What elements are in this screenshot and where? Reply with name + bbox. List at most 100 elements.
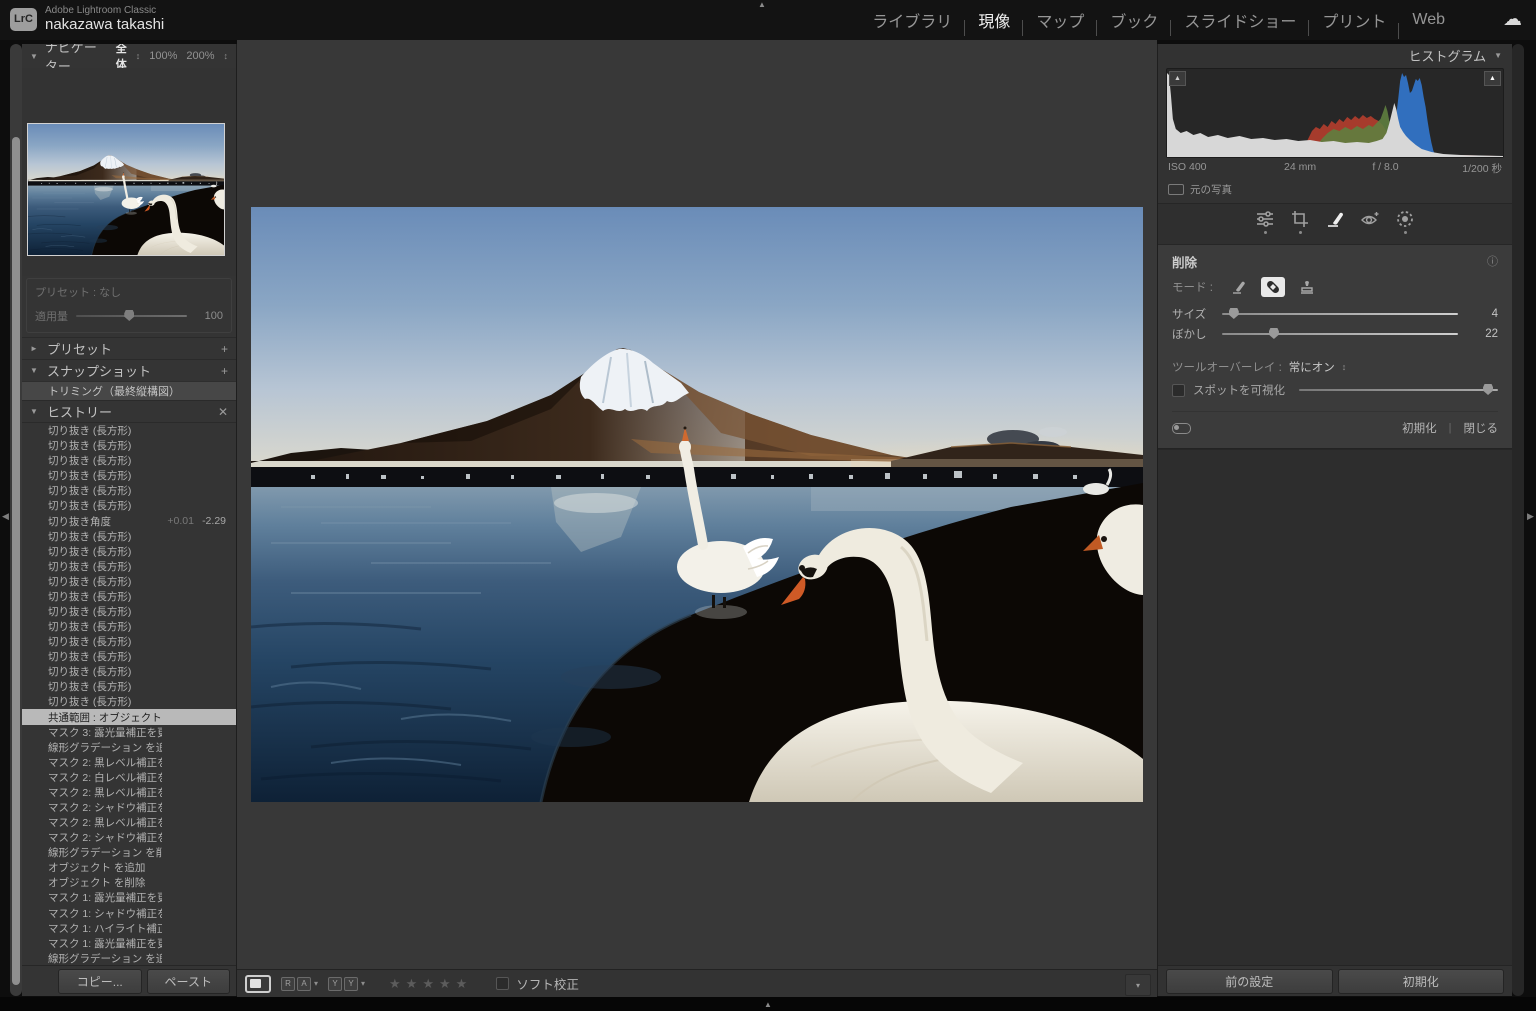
left-panel-scrollbar-thumb[interactable] — [12, 137, 20, 985]
shadow-clipping-indicator[interactable]: ▲ — [1169, 71, 1186, 86]
loupe-view-button[interactable] — [245, 975, 271, 993]
mode-clone-button[interactable] — [1295, 277, 1319, 297]
disclosure-triangle-icon[interactable]: ▼ — [1494, 51, 1502, 60]
right-panel-scrollbar[interactable] — [1512, 44, 1524, 996]
history-step[interactable]: マスク 1: シャドウ補正を更新 — [22, 906, 236, 921]
history-step[interactable]: 切り抜き (長方形) — [22, 589, 236, 604]
navigator-header[interactable]: ▼ ナビゲーター 全体 ↕ 100% 200% ↕ — [22, 44, 236, 68]
feather-slider-thumb[interactable] — [1269, 328, 1279, 339]
history-step[interactable]: マスク 2: 白レベル補正を更新 — [22, 770, 236, 785]
reference-view-letter[interactable]: R — [281, 977, 295, 991]
history-step[interactable]: オブジェクト を削除 — [22, 875, 236, 890]
history-step[interactable]: 線形グラデーション を削除 — [22, 845, 236, 860]
clear-history-button[interactable]: ✕ — [218, 405, 228, 419]
module-tab[interactable]: Web — [1399, 11, 1458, 29]
before-after-letter[interactable]: Y — [328, 977, 342, 991]
original-photo-toggle[interactable]: 元の写真 — [1168, 182, 1502, 197]
history-step[interactable]: 切り抜き (長方形) — [22, 619, 236, 634]
paste-button[interactable]: ペースト — [147, 969, 231, 994]
history-step[interactable]: 切り抜き (長方形) — [22, 634, 236, 649]
history-step[interactable]: マスク 3: 露光量補正を更新 — [22, 725, 236, 740]
disclosure-triangle-icon[interactable]: ▼ — [30, 52, 38, 61]
module-tab[interactable]: スライドショー — [1171, 8, 1309, 32]
history-step[interactable]: マスク 1: 露光量補正を更新 — [22, 936, 236, 951]
before-after-dropdown-icon[interactable]: ▾ — [361, 979, 365, 988]
red-eye-tool[interactable] — [1359, 210, 1381, 234]
module-tab[interactable]: マップ — [1023, 8, 1097, 32]
history-step[interactable]: マスク 2: シャドウ補正を更新 — [22, 800, 236, 815]
module-tab[interactable]: ブック — [1097, 8, 1171, 32]
mode-eraser-button[interactable] — [1227, 277, 1251, 297]
toolbar-options-chevron[interactable]: ▾ — [1125, 974, 1151, 996]
tool-overlay-updown-icon[interactable]: ↕ — [1342, 362, 1347, 372]
history-step[interactable]: 共通範囲 : オブジェクト — [22, 709, 236, 724]
module-tab[interactable]: ライブラリ — [859, 8, 965, 32]
remove-reset-button[interactable]: 初期化 — [1402, 420, 1437, 436]
info-icon[interactable]: ⓘ — [1487, 253, 1498, 269]
top-panel-collapse-icon[interactable]: ▲ — [758, 0, 766, 9]
history-step[interactable]: 切り抜き (長方形) — [22, 679, 236, 694]
photo-canvas[interactable] — [251, 207, 1143, 802]
left-panel-collapse-icon[interactable]: ◀ — [2, 511, 9, 522]
add-preset-button[interactable]: + — [221, 342, 228, 356]
history-step[interactable]: 切り抜き (長方形) — [22, 498, 236, 513]
tool-overlay-value[interactable]: 常にオン — [1289, 359, 1335, 375]
star-rating[interactable]: ★★★★★ — [389, 976, 472, 992]
basic-adjust-tool[interactable] — [1254, 210, 1276, 234]
history-step[interactable]: 切り抜き (長方形) — [22, 544, 236, 559]
visualize-spots-slider[interactable] — [1299, 389, 1498, 391]
reset-button[interactable]: 初期化 — [1338, 969, 1505, 994]
module-tab[interactable]: 現像 — [965, 8, 1023, 32]
before-after-letter[interactable]: Y — [344, 977, 358, 991]
history-step[interactable]: 切り抜き (長方形) — [22, 559, 236, 574]
history-step[interactable]: 切り抜き (長方形) — [22, 604, 236, 619]
history-step[interactable]: 切り抜き (長方形) — [22, 483, 236, 498]
soft-proof-checkbox[interactable] — [496, 977, 509, 990]
module-tab[interactable]: プリント — [1309, 8, 1399, 32]
size-slider-thumb[interactable] — [1229, 308, 1239, 319]
history-step[interactable]: マスク 2: シャドウ補正を更新 — [22, 830, 236, 845]
crop-tool[interactable] — [1289, 210, 1311, 234]
disclosure-triangle-icon[interactable]: ► — [30, 344, 40, 353]
previous-settings-button[interactable]: 前の設定 — [1166, 969, 1333, 994]
add-snapshot-button[interactable]: + — [221, 364, 228, 378]
mode-heal-button[interactable] — [1261, 277, 1285, 297]
remove-close-button[interactable]: 閉じる — [1464, 420, 1499, 436]
cloud-sync-icon[interactable]: ☁ — [1503, 8, 1522, 31]
preset-amount-slider[interactable] — [76, 315, 187, 317]
before-after-view-button[interactable]: YY — [328, 977, 358, 991]
zoom-fit-updown-icon[interactable]: ↕ — [136, 51, 141, 61]
highlight-clipping-indicator[interactable]: ▲ — [1484, 71, 1501, 86]
reference-view-button[interactable]: RA — [281, 977, 311, 991]
presets-header[interactable]: ► プリセット + — [22, 337, 236, 359]
remove-tool-active[interactable] — [1324, 210, 1346, 234]
history-step[interactable]: 切り抜き (長方形) — [22, 664, 236, 679]
feather-slider[interactable] — [1222, 333, 1458, 335]
history-step[interactable]: マスク 2: 黒レベル補正を更新 — [22, 755, 236, 770]
preset-amount-slider-thumb[interactable] — [124, 310, 134, 321]
zoom-level-updown-icon[interactable]: ↕ — [224, 51, 229, 61]
history-step[interactable]: 切り抜き (長方形) — [22, 649, 236, 664]
zoom-200-option[interactable]: 200% — [186, 50, 214, 62]
history-step[interactable]: 切り抜き (長方形) — [22, 529, 236, 544]
disclosure-triangle-icon[interactable]: ▼ — [30, 366, 40, 375]
histogram-display[interactable]: ▲ ▲ — [1166, 68, 1504, 158]
history-step[interactable]: 線形グラデーション を追加 — [22, 740, 236, 755]
histogram-header[interactable]: ヒストグラム ▼ — [1158, 44, 1512, 66]
history-step[interactable]: 線形グラデーション を追加 — [22, 951, 236, 965]
left-panel-scrollbar[interactable] — [10, 44, 22, 996]
visualize-spots-slider-thumb[interactable] — [1483, 384, 1493, 395]
snapshots-header[interactable]: ▼ スナップショット + — [22, 359, 236, 381]
history-step[interactable]: オブジェクト を追加 — [22, 860, 236, 875]
reference-view-dropdown-icon[interactable]: ▾ — [314, 979, 318, 988]
tool-enable-switch[interactable] — [1172, 423, 1191, 434]
masking-tool[interactable] — [1394, 210, 1416, 234]
history-step[interactable]: 切り抜き角度 +0.01 -2.29 — [22, 513, 236, 528]
size-slider[interactable] — [1222, 313, 1458, 315]
right-panel-collapse-icon[interactable]: ▶ — [1527, 511, 1534, 522]
history-step[interactable]: 切り抜き (長方形) — [22, 453, 236, 468]
history-step[interactable]: 切り抜き (長方形) — [22, 423, 236, 438]
filmstrip-collapse-icon[interactable]: ▲ — [764, 1000, 772, 1009]
history-step[interactable]: マスク 1: ハイライト補正を更新 — [22, 921, 236, 936]
history-header[interactable]: ▼ ヒストリー ✕ — [22, 400, 236, 422]
